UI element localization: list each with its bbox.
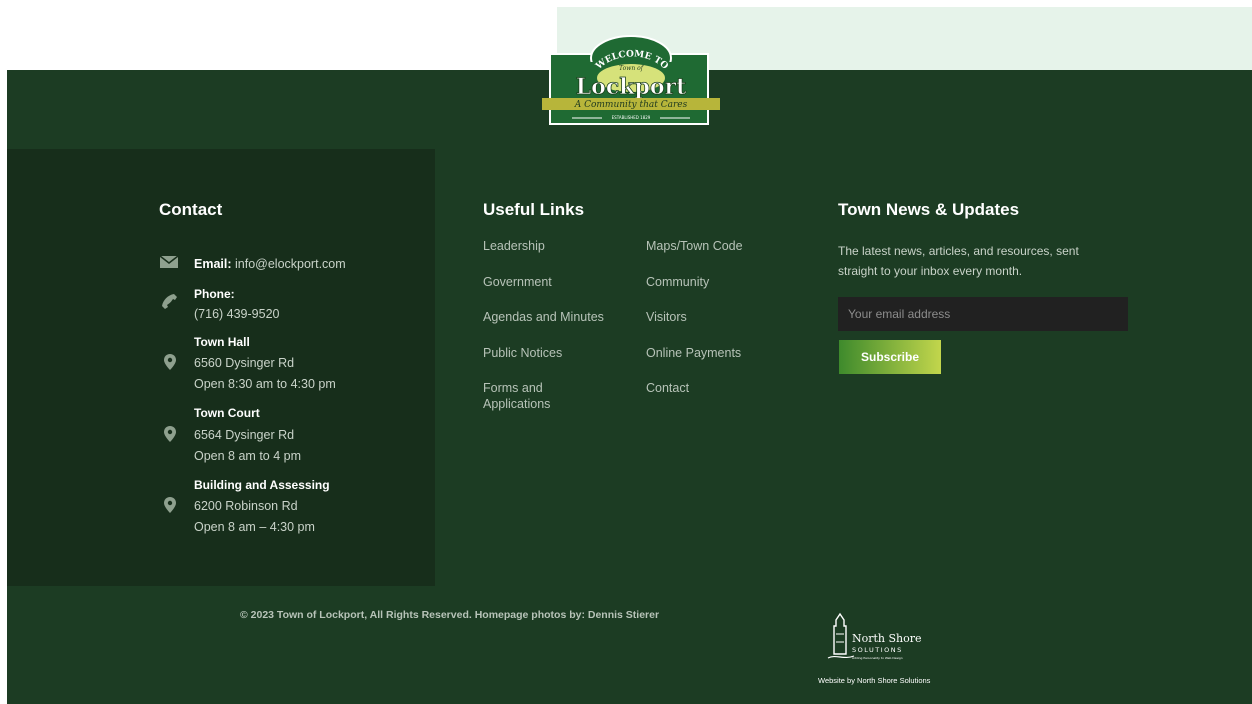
ns-logo-tagline: Adding Personality to Web Design bbox=[852, 656, 903, 660]
logo-town-of-text: Town of bbox=[619, 65, 645, 72]
footer-bottom-bar bbox=[7, 586, 1252, 704]
logo-established: ESTABLISHED 1829 bbox=[612, 115, 651, 120]
location-hours: Open 8:30 am to 4:30 pm bbox=[194, 377, 336, 391]
location-address: 6200 Robinson Rd bbox=[194, 499, 298, 513]
location-hours: Open 8 am – 4:30 pm bbox=[194, 520, 315, 534]
footer-link-government[interactable]: Government bbox=[483, 274, 552, 290]
news-description: The latest news, articles, and resources… bbox=[838, 244, 1079, 278]
location-hours: Open 8 am to 4 pm bbox=[194, 449, 302, 463]
email-value[interactable]: info@elockport.com bbox=[235, 257, 346, 271]
footer-link-community[interactable]: Community bbox=[646, 274, 709, 290]
north-shore-solutions-logo[interactable]: North Shore SOLUTIONS Adding Personality… bbox=[826, 610, 936, 668]
location-address: 6564 Dysinger Rd bbox=[194, 428, 295, 442]
location-name: Building and Assessing bbox=[194, 478, 330, 492]
footer-link-public-notices[interactable]: Public Notices bbox=[483, 345, 562, 361]
location-pin-icon bbox=[164, 497, 176, 513]
footer-link-online-payments[interactable]: Online Payments bbox=[646, 345, 741, 361]
location-address: 6560 Dysinger Rd bbox=[194, 356, 295, 370]
phone-value[interactable]: (716) 439-9520 bbox=[194, 307, 279, 321]
ns-logo-name: North Shore bbox=[852, 632, 922, 645]
footer-link-leadership[interactable]: Leadership bbox=[483, 238, 545, 254]
location-name: Town Court bbox=[194, 406, 260, 420]
logo-name: Lockport bbox=[576, 74, 687, 100]
ns-logo-solutions: SOLUTIONS bbox=[852, 646, 903, 654]
contact-email[interactable]: Email: info@elockport.com bbox=[194, 257, 346, 271]
location-pin-icon bbox=[164, 426, 176, 442]
contact-heading: Contact bbox=[159, 200, 223, 219]
website-credit[interactable]: Website by North Shore Solutions bbox=[818, 676, 930, 685]
phone-icon bbox=[162, 294, 177, 309]
newsletter-email-input[interactable] bbox=[838, 297, 1128, 331]
phone-label: Phone: bbox=[194, 287, 235, 301]
footer-link-contact[interactable]: Contact bbox=[646, 380, 689, 396]
header-band-left bbox=[0, 0, 557, 70]
footer-link-visitors[interactable]: Visitors bbox=[646, 309, 687, 325]
news-heading: Town News & Updates bbox=[838, 200, 1020, 219]
location-pin-icon bbox=[164, 354, 176, 370]
subscribe-button[interactable]: Subscribe bbox=[839, 340, 941, 374]
lockport-logo[interactable]: WELCOME TO Town of Lockport A Community … bbox=[542, 32, 720, 128]
logo-tagline: A Community that Cares bbox=[574, 100, 688, 110]
footer-link-forms[interactable]: Forms and Applications bbox=[483, 380, 573, 412]
mail-icon bbox=[160, 256, 178, 268]
footer-link-agendas[interactable]: Agendas and Minutes bbox=[483, 309, 604, 325]
email-label: Email: bbox=[194, 257, 232, 271]
copyright-text: © 2023 Town of Lockport, All Rights Rese… bbox=[240, 609, 660, 621]
footer-link-maps[interactable]: Maps/Town Code bbox=[646, 238, 743, 254]
useful-links-heading: Useful Links bbox=[483, 200, 585, 219]
location-name: Town Hall bbox=[194, 335, 250, 349]
